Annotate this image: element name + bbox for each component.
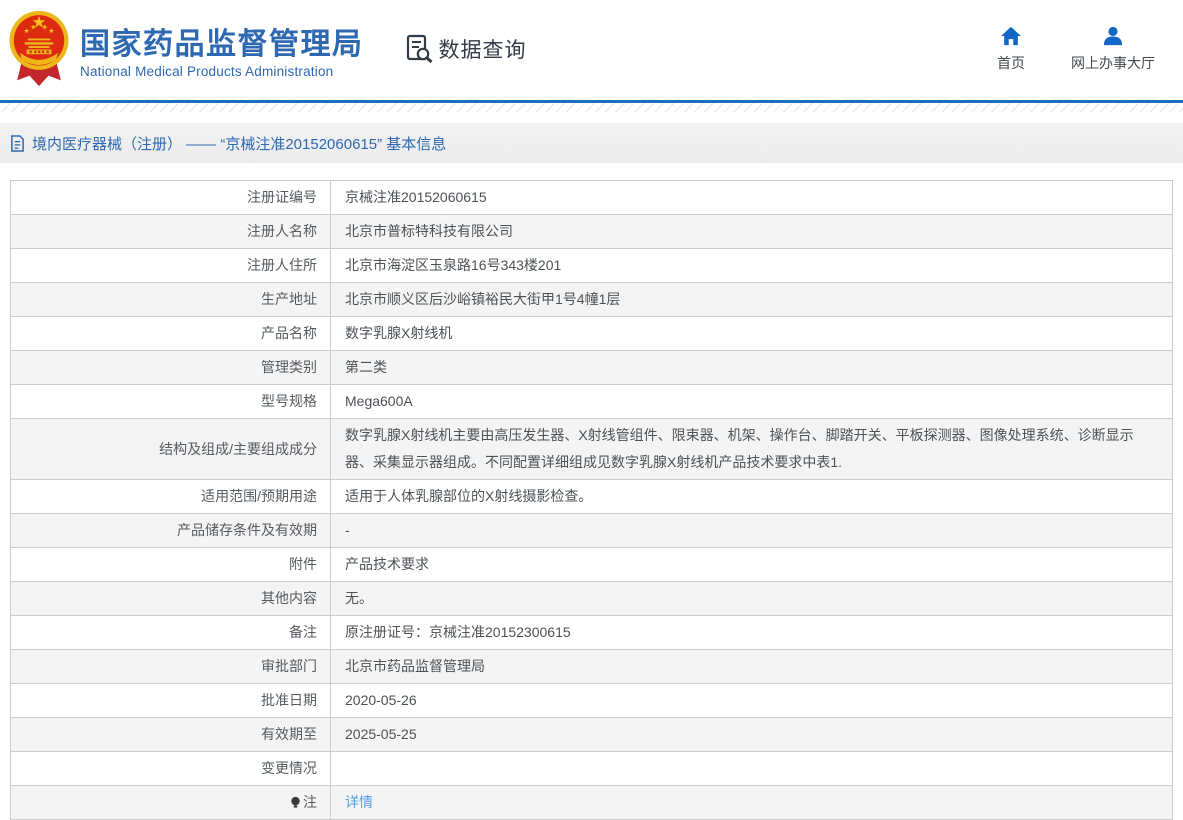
row-value: 产品技术要求 <box>330 547 1173 582</box>
row-label: 变更情况 <box>10 751 331 786</box>
table-row: 型号规格 Mega600A <box>10 384 1173 419</box>
table-row: 适用范围/预期用途 适用于人体乳腺部位的X射线摄影检查。 <box>10 479 1173 514</box>
table-row: 变更情况 <box>10 751 1173 786</box>
row-label: 管理类别 <box>10 350 331 385</box>
table-row: 其他内容 无。 <box>10 581 1173 616</box>
row-value: 数字乳腺X射线机 <box>330 316 1173 351</box>
row-value: 第二类 <box>330 350 1173 385</box>
row-label: 适用范围/预期用途 <box>10 479 331 514</box>
row-label: 审批部门 <box>10 649 331 684</box>
row-label: 附件 <box>10 547 331 582</box>
row-label: 其他内容 <box>10 581 331 616</box>
details-link[interactable]: 详情 <box>345 794 373 810</box>
table-row: 生产地址 北京市顺义区后沙峪镇裕民大街甲1号4幢1层 <box>10 282 1173 317</box>
user-icon <box>1103 26 1123 46</box>
site-logo[interactable]: 国家药品监督管理局 National Medical Products Admi… <box>8 8 364 88</box>
row-value: Mega600A <box>330 384 1173 419</box>
row-label: 结构及组成/主要组成成分 <box>10 418 331 480</box>
table-row: 产品名称 数字乳腺X射线机 <box>10 316 1173 351</box>
table-row: 有效期至 2025-05-25 <box>10 717 1173 752</box>
row-label: 备注 <box>10 615 331 650</box>
row-value: - <box>330 513 1173 548</box>
home-icon <box>1001 26 1021 46</box>
table-row: 审批部门 北京市药品监督管理局 <box>10 649 1173 684</box>
row-value: 2025-05-25 <box>330 717 1173 752</box>
bulb-icon <box>291 796 300 808</box>
table-row: 结构及组成/主要组成成分 数字乳腺X射线机主要由高压发生器、X射线管组件、限束器… <box>10 418 1173 480</box>
row-value: 北京市海淀区玉泉路16号343楼201 <box>330 248 1173 283</box>
table-row: 管理类别 第二类 <box>10 350 1173 385</box>
nav-service-hall[interactable]: 网上办事大厅 <box>1071 26 1155 73</box>
registration-info-table: 注册证编号 京械注准20152060615 注册人名称 北京市普标特科技有限公司… <box>10 180 1173 820</box>
row-label: 批准日期 <box>10 683 331 718</box>
breadcrumb: 境内医疗器械（注册） —— “京械注准20152060615” 基本信息 <box>0 123 1183 163</box>
table-row: 注 详情 <box>10 785 1173 820</box>
row-value: 数字乳腺X射线机主要由高压发生器、X射线管组件、限束器、机架、操作台、脚踏开关、… <box>330 418 1173 480</box>
site-title: 国家药品监督管理局 <box>80 27 364 61</box>
row-value: 无。 <box>330 581 1173 616</box>
row-value: 京械注准20152060615 <box>330 180 1173 215</box>
nav-service-hall-label: 网上办事大厅 <box>1071 55 1155 71</box>
data-query-label: 数据查询 <box>438 39 527 62</box>
site-header: 国家药品监督管理局 National Medical Products Admi… <box>0 0 1183 100</box>
row-label: 型号规格 <box>10 384 331 419</box>
row-label: 注册人名称 <box>10 214 331 249</box>
row-label: 生产地址 <box>10 282 331 317</box>
site-title-block: 国家药品监督管理局 National Medical Products Admi… <box>80 18 364 79</box>
table-row: 注册人名称 北京市普标特科技有限公司 <box>10 214 1173 249</box>
row-label: 有效期至 <box>10 717 331 752</box>
note-label: 注 <box>303 794 317 810</box>
data-query-tab[interactable]: 数据查询 <box>406 34 527 64</box>
table-row: 批准日期 2020-05-26 <box>10 683 1173 718</box>
row-value: 北京市药品监督管理局 <box>330 649 1173 684</box>
national-emblem-icon <box>9 10 69 87</box>
row-value: 原注册证号：京械注准20152300615 <box>330 615 1173 650</box>
table-row: 产品储存条件及有效期 - <box>10 513 1173 548</box>
row-label: 注册人住所 <box>10 248 331 283</box>
row-label: 注册证编号 <box>10 180 331 215</box>
row-label-note: 注 <box>10 785 331 820</box>
table-row: 备注 原注册证号：京械注准20152300615 <box>10 615 1173 650</box>
top-nav: 首页 网上办事大厅 <box>997 26 1155 73</box>
row-value: 2020-05-26 <box>330 683 1173 718</box>
row-value: 适用于人体乳腺部位的X射线摄影检查。 <box>330 479 1173 514</box>
table-row: 注册人住所 北京市海淀区玉泉路16号343楼201 <box>10 248 1173 283</box>
table-row: 注册证编号 京械注准20152060615 <box>10 180 1173 215</box>
row-value: 北京市顺义区后沙峪镇裕民大街甲1号4幢1层 <box>330 282 1173 317</box>
table-row: 附件 产品技术要求 <box>10 547 1173 582</box>
data-query-icon <box>406 34 432 64</box>
row-label: 产品名称 <box>10 316 331 351</box>
site-subtitle: National Medical Products Administration <box>80 63 334 79</box>
nav-home-label: 首页 <box>997 55 1025 71</box>
row-label: 产品储存条件及有效期 <box>10 513 331 548</box>
hatch-stripe <box>0 103 1183 112</box>
row-value: 北京市普标特科技有限公司 <box>330 214 1173 249</box>
document-icon <box>11 134 24 152</box>
nav-home[interactable]: 首页 <box>997 26 1025 73</box>
row-value <box>330 751 1173 786</box>
breadcrumb-text: 境内医疗器械（注册） —— “京械注准20152060615” 基本信息 <box>32 135 447 153</box>
